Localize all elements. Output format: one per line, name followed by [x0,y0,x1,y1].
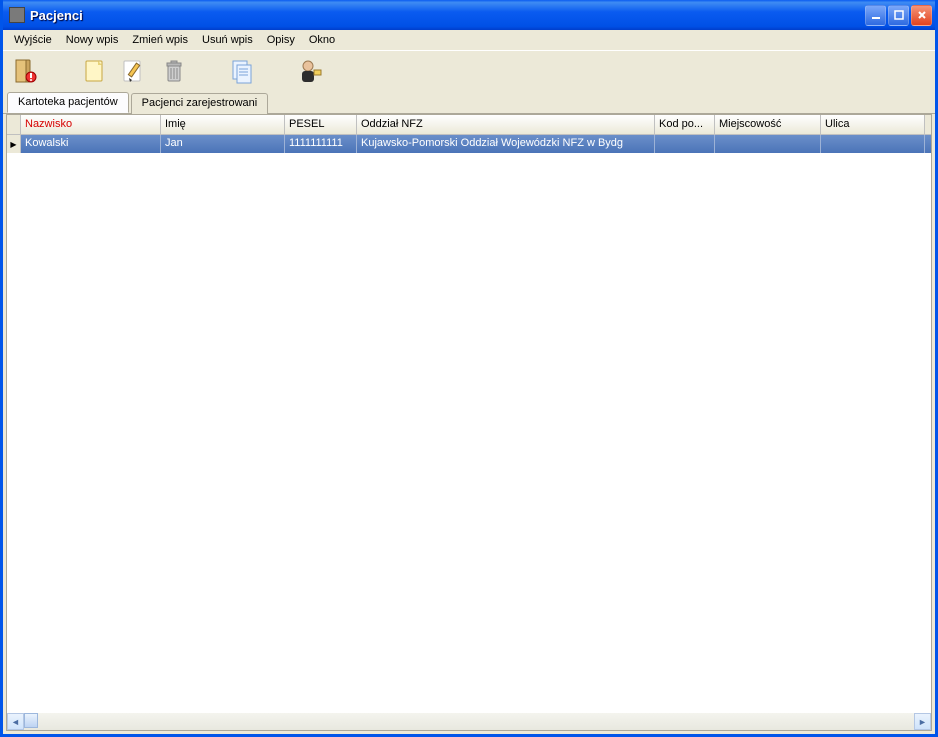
cell-pesel[interactable]: 1111111111 [285,135,357,153]
row-indicator-header [7,115,21,134]
app-icon [9,7,25,23]
column-imie[interactable]: Imię [161,115,285,134]
new-entry-icon [80,57,108,85]
titlebar: Pacjenci [3,0,935,30]
cell-imie[interactable]: Jan [161,135,285,153]
descriptions-icon [228,57,256,85]
exit-icon [12,57,40,85]
column-kod[interactable]: Kod po... [655,115,715,134]
table-row[interactable]: Kowalski Jan 1111111111 Kujawsko-Pomorsk… [7,135,931,153]
column-miejscowosc[interactable]: Miejscowość [715,115,821,134]
cell-oddzial[interactable]: Kujawsko-Pomorski Oddział Wojewódzki NFZ… [357,135,655,153]
column-ulica[interactable]: Ulica [821,115,925,134]
toolbar-exit-button[interactable] [9,53,43,89]
scroll-thumb[interactable] [24,713,38,728]
menu-window[interactable]: Okno [302,32,342,48]
horizontal-scrollbar[interactable]: ◄ ► [7,713,931,730]
cell-ulica[interactable] [821,135,925,153]
tab-registered-patients[interactable]: Pacjenci zarejestrowani [131,93,269,114]
tab-patient-records[interactable]: Kartoteka pacjentów [7,92,129,113]
person-icon [296,57,324,85]
scroll-right-button[interactable]: ► [914,713,931,730]
menu-delete[interactable]: Usuń wpis [195,32,260,48]
edit-entry-icon [120,57,148,85]
maximize-icon [894,10,904,20]
column-pesel[interactable]: PESEL [285,115,357,134]
window-controls [865,5,932,26]
toolbar-delete-button[interactable] [157,53,191,89]
delete-entry-icon [160,57,188,85]
app-window: Pacjenci Wyjście Nowy wpis Zmień wpis Us… [0,0,938,737]
maximize-button[interactable] [888,5,909,26]
column-oddzial[interactable]: Oddział NFZ [357,115,655,134]
minimize-button[interactable] [865,5,886,26]
toolbar-person-button[interactable] [293,53,327,89]
scroll-left-button[interactable]: ◄ [7,713,24,730]
content-area: Nazwisko Imię PESEL Oddział NFZ Kod po..… [6,114,932,731]
cell-nazwisko[interactable]: Kowalski [21,135,161,153]
cell-miejscowosc[interactable] [715,135,821,153]
toolbar [3,51,935,92]
toolbar-new-button[interactable] [77,53,111,89]
tabbar: Kartoteka pacjentów Pacjenci zarejestrow… [3,92,935,114]
cell-kod[interactable] [655,135,715,153]
minimize-icon [871,10,881,20]
menubar: Wyjście Nowy wpis Zmień wpis Usuń wpis O… [3,30,935,51]
close-icon [917,10,927,20]
grid-body[interactable]: Kowalski Jan 1111111111 Kujawsko-Pomorsk… [7,135,931,713]
toolbar-descriptions-button[interactable] [225,53,259,89]
scroll-track[interactable] [24,713,914,730]
menu-edit[interactable]: Zmień wpis [125,32,195,48]
menu-descriptions[interactable]: Opisy [260,32,302,48]
menu-new[interactable]: Nowy wpis [59,32,126,48]
row-indicator [7,135,21,153]
close-button[interactable] [911,5,932,26]
menu-exit[interactable]: Wyjście [7,32,59,48]
toolbar-edit-button[interactable] [117,53,151,89]
column-nazwisko[interactable]: Nazwisko [21,115,161,134]
window-title: Pacjenci [30,8,865,23]
grid-header: Nazwisko Imię PESEL Oddział NFZ Kod po..… [7,115,931,135]
